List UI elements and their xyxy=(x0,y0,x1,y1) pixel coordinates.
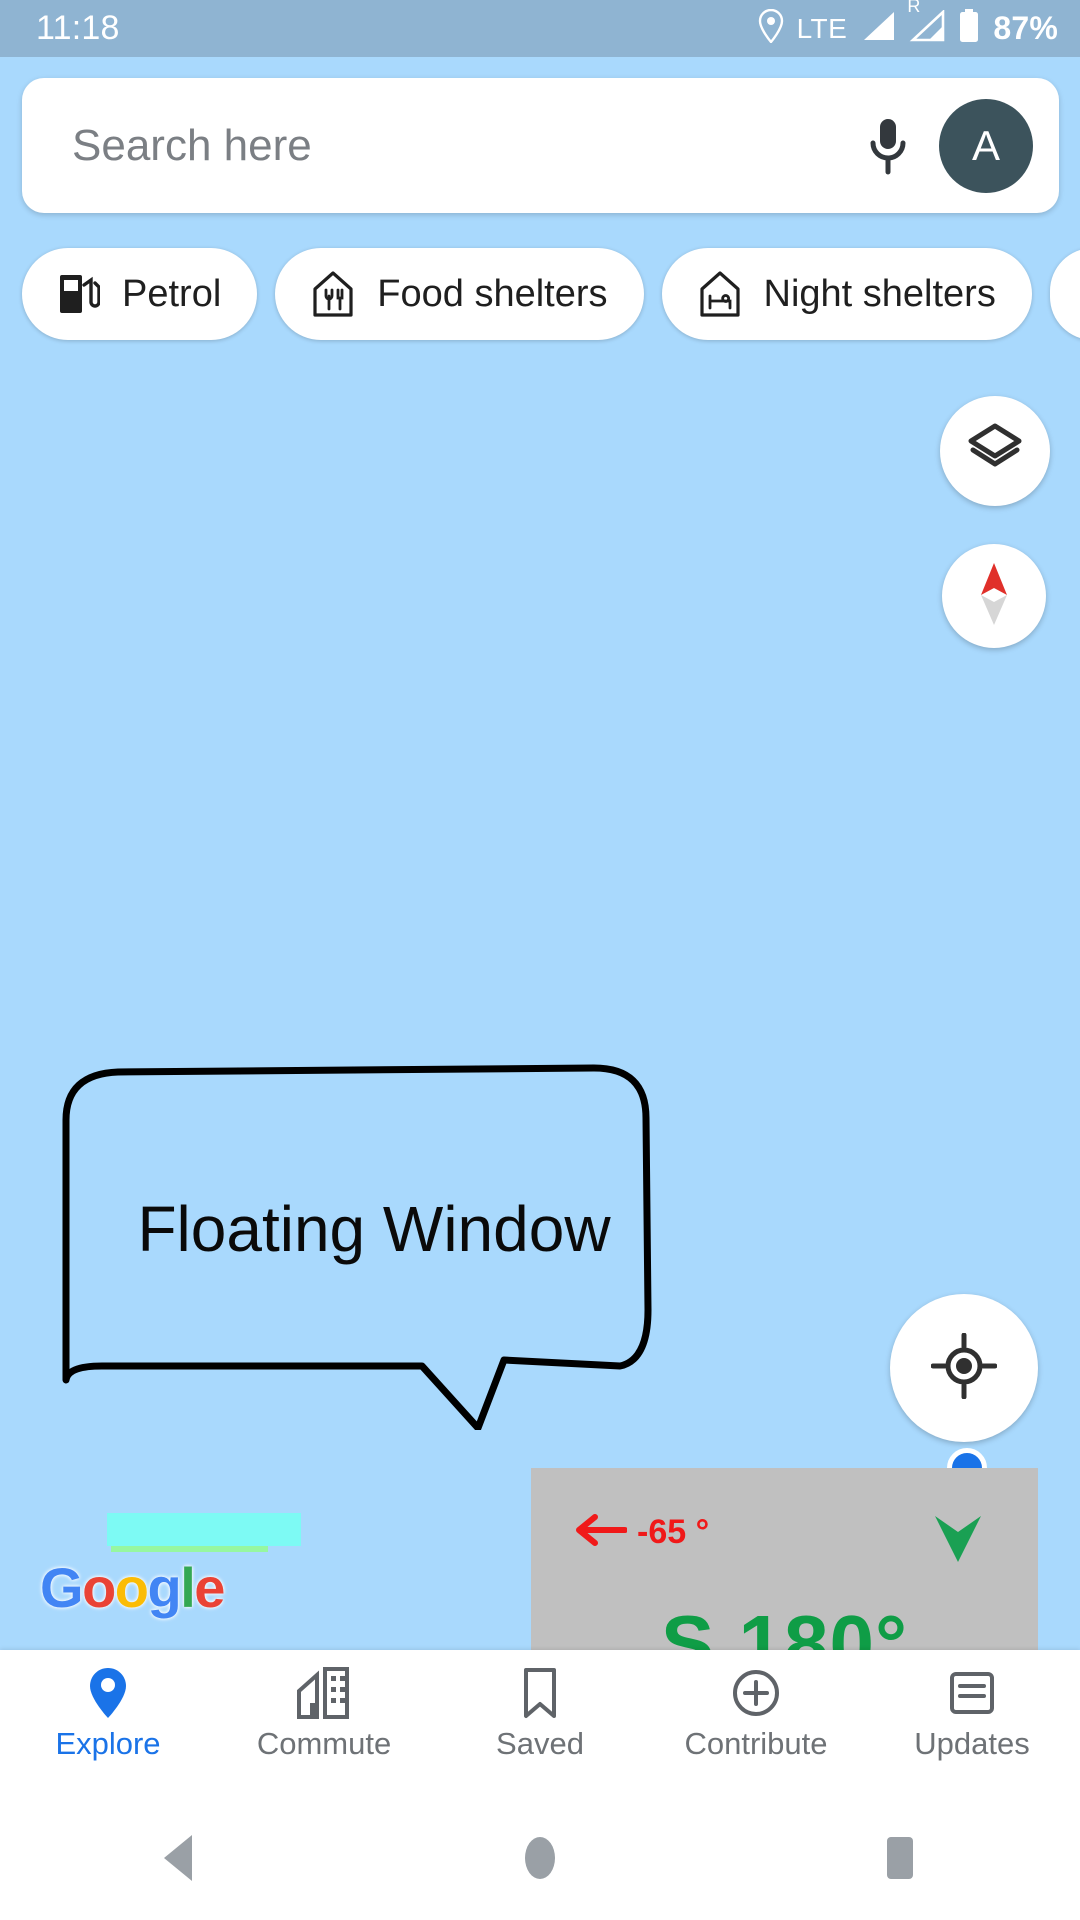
microphone-icon[interactable] xyxy=(867,115,909,177)
status-bar: 11:18 LTE R 87% xyxy=(0,0,1080,57)
highlight-bar-underline xyxy=(111,1546,268,1552)
chip-scooter[interactable] xyxy=(1049,248,1080,340)
floating-window[interactable]: Floating Window xyxy=(24,1060,844,1430)
my-location-button[interactable] xyxy=(890,1294,1038,1442)
recents-square-icon xyxy=(878,1833,922,1888)
nav-item-saved[interactable]: Saved xyxy=(432,1650,648,1762)
feed-icon xyxy=(947,1666,997,1720)
back-triangle-icon xyxy=(158,1833,202,1888)
google-logo-letter: o xyxy=(114,1556,149,1619)
nav-label: Commute xyxy=(256,1726,392,1761)
down-arrow-icon xyxy=(930,1510,986,1571)
battery-icon xyxy=(958,9,980,48)
house-cutlery-icon xyxy=(311,270,355,318)
home-circle-icon xyxy=(520,1833,560,1888)
google-logo-letter: e xyxy=(194,1556,225,1619)
layers-icon xyxy=(966,420,1024,483)
floating-window-title: Floating Window xyxy=(137,1193,611,1265)
nav-label: Saved xyxy=(496,1726,584,1761)
highlight-bar xyxy=(107,1513,301,1546)
layers-button[interactable] xyxy=(940,396,1050,506)
compass-button[interactable] xyxy=(942,544,1046,648)
back-button[interactable] xyxy=(110,1800,250,1920)
bookmark-icon xyxy=(521,1666,559,1720)
signal-bars-roaming-icon: R xyxy=(907,0,945,47)
location-pin-icon xyxy=(758,8,784,48)
search-bar[interactable]: Search here A xyxy=(22,78,1059,213)
buildings-icon xyxy=(295,1666,353,1720)
status-icons: LTE R 87% xyxy=(758,0,1058,48)
map-pin-icon xyxy=(87,1666,129,1720)
google-logo: Google xyxy=(40,1555,225,1620)
status-clock: 11:18 xyxy=(36,9,120,47)
phone-screen: 11:18 LTE R 87% Search here A Petrol Foo… xyxy=(0,0,1080,1920)
nav-item-explore[interactable]: Explore xyxy=(0,1650,216,1762)
google-logo-letter: l xyxy=(180,1556,196,1619)
signal-bars-icon xyxy=(860,10,896,47)
scooter-icon xyxy=(1076,272,1080,316)
nav-item-updates[interactable]: Updates xyxy=(864,1650,1080,1762)
battery-level-label: 87% xyxy=(993,10,1058,46)
house-bed-icon xyxy=(698,270,742,318)
nav-item-commute[interactable]: Commute xyxy=(216,1650,432,1762)
fuel-pump-icon xyxy=(58,271,100,317)
bottom-navigation[interactable]: Explore Commute Saved Contribute Updates xyxy=(0,1650,1080,1800)
chip-label: Food shelters xyxy=(377,272,608,315)
google-logo-letter: G xyxy=(40,1556,84,1619)
nav-label: Contribute xyxy=(684,1726,828,1761)
compass-needle-icon xyxy=(974,561,1014,632)
chip-petrol[interactable]: Petrol xyxy=(22,248,258,340)
avatar[interactable]: A xyxy=(939,98,1033,193)
chip-food-shelters[interactable]: Food shelters xyxy=(275,248,644,340)
chip-label: Petrol xyxy=(122,272,222,315)
google-logo-letter: o xyxy=(82,1556,116,1619)
chip-night-shelters[interactable]: Night shelters xyxy=(661,248,1032,340)
add-circle-icon xyxy=(731,1666,781,1720)
compass-delta: -65 ° xyxy=(575,1512,709,1553)
nav-label: Updates xyxy=(914,1726,1030,1761)
android-navigation-bar[interactable] xyxy=(0,1800,1080,1920)
left-arrow-icon xyxy=(575,1512,628,1553)
network-type-label: LTE xyxy=(796,12,848,44)
home-button[interactable] xyxy=(470,1800,610,1920)
category-chip-row[interactable]: Petrol Food shelters Night shelters xyxy=(22,248,1080,340)
search-input[interactable]: Search here xyxy=(72,121,867,171)
roaming-label: R xyxy=(907,0,921,16)
avatar-initial: A xyxy=(971,121,1000,169)
chip-label: Night shelters xyxy=(763,272,996,315)
compass-delta-value: -65 ° xyxy=(637,1513,710,1551)
my-location-crosshair-icon xyxy=(930,1332,998,1404)
recents-button[interactable] xyxy=(830,1800,970,1920)
nav-item-contribute[interactable]: Contribute xyxy=(648,1650,864,1762)
nav-label: Explore xyxy=(55,1726,161,1761)
google-logo-letter: g xyxy=(147,1556,182,1619)
